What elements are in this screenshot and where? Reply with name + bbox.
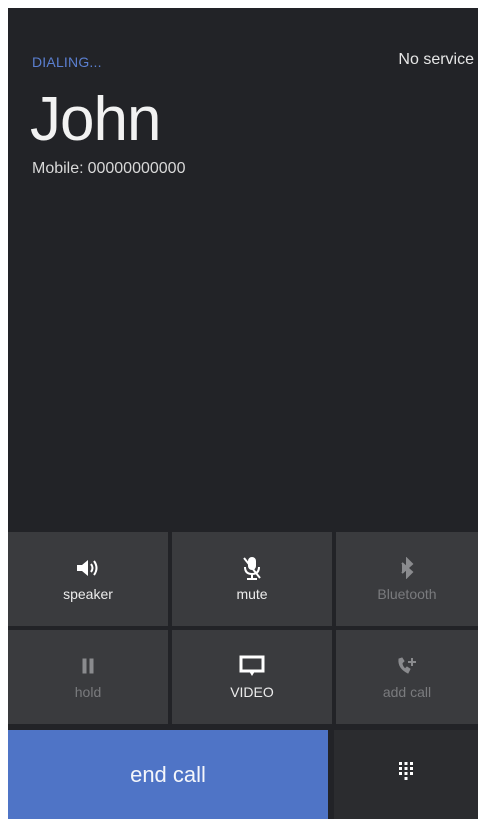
add-call-label: add call (382, 684, 432, 700)
hold-button[interactable]: hold (8, 630, 168, 724)
call-status: DIALING... (32, 54, 102, 70)
pause-icon (81, 654, 95, 678)
microphone-muted-icon (241, 556, 263, 580)
call-controls: speaker mute Bluetooth hold VIDEO add ca… (8, 532, 478, 819)
keypad-button[interactable] (334, 730, 478, 819)
video-label: VIDEO (230, 684, 274, 700)
hold-label: hold (74, 684, 102, 700)
bluetooth-icon (399, 556, 415, 580)
end-call-button[interactable]: end call (8, 730, 328, 819)
caller-name: John (30, 85, 161, 154)
add-call-button[interactable]: add call (336, 630, 478, 724)
speaker-icon (75, 556, 101, 580)
call-screen: DIALING... No service John Mobile: 000000… (8, 8, 478, 819)
number-value: 00000000000 (87, 160, 186, 177)
bluetooth-label: Bluetooth (377, 586, 437, 602)
number-label: Mobile: (32, 160, 84, 177)
video-screen-icon (239, 654, 265, 678)
mute-label: mute (236, 586, 268, 602)
speaker-label: speaker (63, 586, 113, 602)
caller-number: Mobile: 00000000000 (32, 160, 185, 178)
speaker-button[interactable]: speaker (8, 532, 168, 626)
bluetooth-button[interactable]: Bluetooth (336, 532, 478, 626)
mute-button[interactable]: mute (172, 532, 332, 626)
add-call-icon (396, 654, 418, 678)
video-button[interactable]: VIDEO (172, 630, 332, 724)
service-status: No service (398, 51, 474, 68)
keypad-icon (398, 761, 414, 788)
